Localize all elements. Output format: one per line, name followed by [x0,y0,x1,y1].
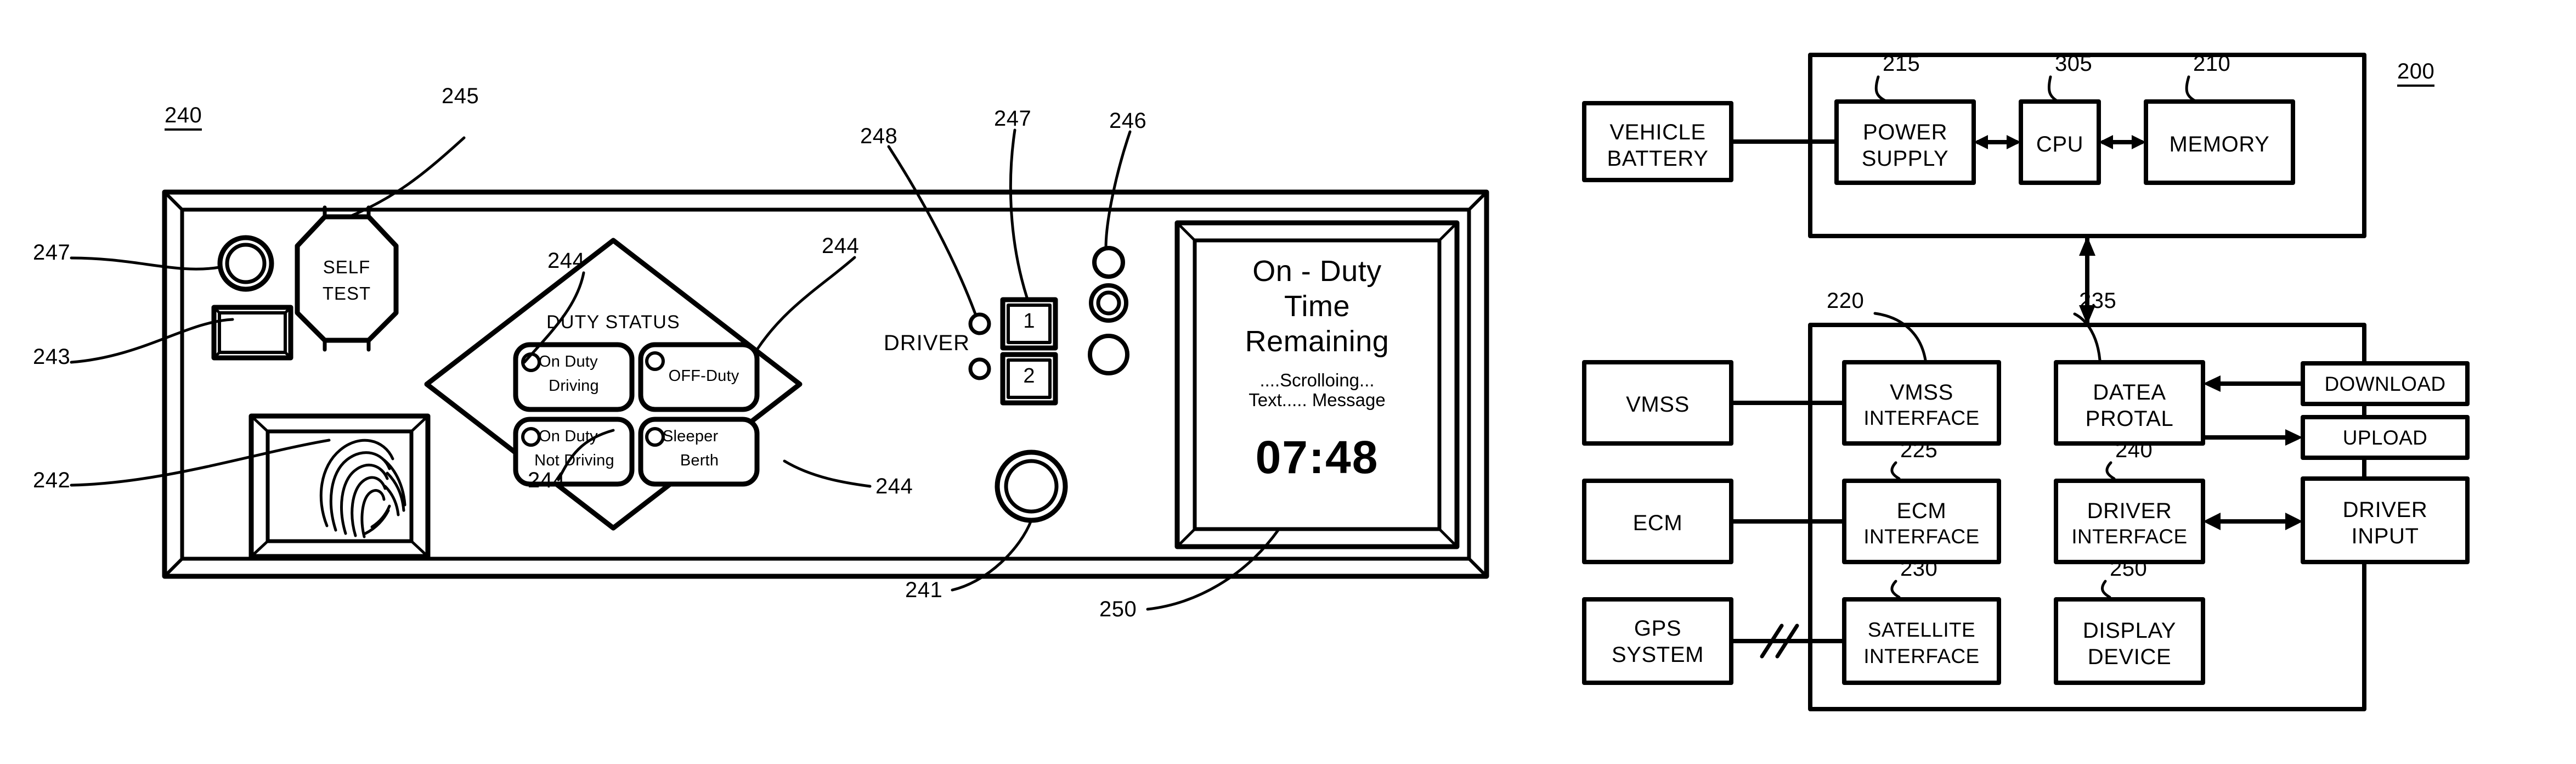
block-label-ecm: ECM [1632,511,1683,535]
lcd-title-line3: Remaining [1245,325,1389,358]
block-label-power-supply-line1: POWER [1862,120,1948,144]
duty-button-label-0-line1[interactable]: On Duty [539,353,628,370]
duty-button-label-0-line2[interactable]: Driving [519,378,629,394]
driver-button-2-label[interactable]: 2 [1008,365,1050,387]
driver-select-label: DRIVER [883,331,970,355]
block-label-driver-input-line1: DRIVER [2342,498,2428,522]
block-label-memory: MEMORY [2169,132,2270,156]
block-label-driver-interface-line2: INTERFACE [2071,525,2188,548]
block-label-vehicle-battery-line2: BATTERY [1607,147,1709,171]
block-label-satellite-interface-line1: SATELLITE [1867,619,1976,641]
ref-220: 220 [1827,289,1865,313]
block-label-ecm-interface-line2: INTERFACE [1863,525,1980,548]
ref-240: 240 [165,104,202,131]
ref-230: 230 [1900,557,1938,581]
block-label-satellite-interface-line2: INTERFACE [1863,645,1980,667]
block-label-display-device-line1: DISPLAY [2082,619,2177,643]
block-label-cpu: CPU [2036,132,2084,156]
ref-245: 245 [442,84,479,108]
duty-status-header: DUTY STATUS [546,312,680,333]
duty-button-label-3-line1[interactable]: Sleeper [663,428,752,445]
ref-242: 242 [33,468,71,492]
driver-button-1-label[interactable]: 1 [1008,310,1050,333]
ref-240b: 240 [2115,438,2153,462]
ref-244-c: 244 [528,468,566,492]
duty-button-label-2-line2[interactable]: Not Driving [518,452,631,469]
patent-figure: 240 245 247 243 242 244 244 244 244 248 … [0,0,2576,764]
block-label-gps-system-line1: GPS [1634,616,1682,641]
block-label-vmss-interface-line2: INTERFACE [1863,407,1980,429]
block-label-vmss: VMSS [1626,392,1690,417]
block-label-upload: UPLOAD [2342,426,2428,449]
block-label-gps-system-line2: SYSTEM [1611,643,1704,667]
block-label-driver-input-line2: INPUT [2351,524,2419,548]
block-label-driver-interface-line1: DRIVER [2087,499,2172,523]
lcd-scroll-line2: Text..... Message [1249,390,1386,410]
ref-250b: 250 [2110,557,2148,581]
ref-247-top: 247 [994,106,1032,131]
ref-247-left: 247 [33,240,71,265]
duty-button-label-3-line2[interactable]: Berth [643,452,756,469]
self-test-label-line2[interactable]: TEST [297,284,396,303]
ref-210: 210 [2193,52,2231,76]
lcd-scroll-line1: ....Scrolloing... [1259,370,1375,390]
self-test-label-line1[interactable]: SELF [297,257,396,277]
lcd-time-remaining-value: 07:48 [1255,431,1379,483]
ref-200: 200 [2397,60,2435,87]
ref-241: 241 [905,578,943,602]
block-label-power-supply-line2: SUPPLY [1861,147,1949,171]
block-label-ecm-interface-line1: ECM [1896,499,1947,523]
ref-250: 250 [1099,597,1137,621]
block-label-download: DOWNLOAD [2324,373,2446,395]
ref-248: 248 [860,124,898,148]
ref-305: 305 [2055,52,2093,76]
self-test-button-shape [295,214,399,343]
duty-button-label-2-line1[interactable]: On Duty [539,428,628,445]
block-label-vehicle-battery-line1: VEHICLE [1609,120,1706,144]
lcd-title-line1: On - Duty [1252,255,1382,288]
block-label-datea-protal-line1: DATEA [2093,380,2166,405]
duty-button-label-1-line1[interactable]: OFF-Duty [651,368,757,384]
ref-235: 235 [2079,289,2117,313]
ref-243: 243 [33,345,71,369]
ref-244-b: 244 [822,234,860,258]
ref-244-d: 244 [875,474,913,498]
ref-244-a: 244 [547,249,585,273]
ref-215: 215 [1883,52,1920,76]
ref-246: 246 [1109,109,1147,133]
block-label-vmss-interface-line1: VMSS [1890,380,1953,405]
block-label-display-device-line2: DEVICE [2087,645,2172,669]
ref-225: 225 [1900,438,1938,462]
lcd-title-line2: Time [1284,290,1350,323]
block-label-datea-protal-line2: PROTAL [2085,407,2174,431]
